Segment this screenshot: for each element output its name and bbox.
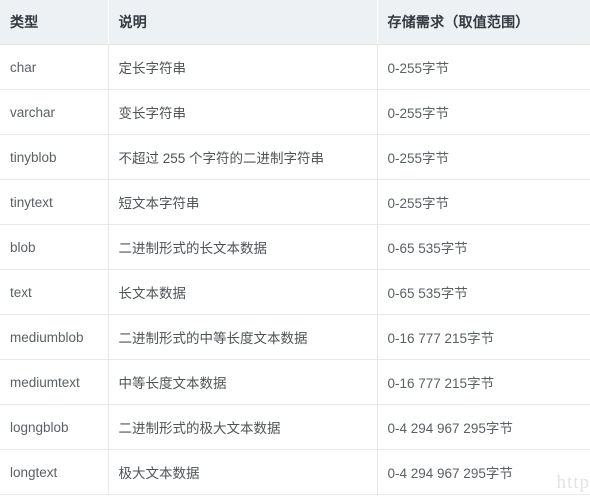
table-row: blob 二进制形式的长文本数据 0-65 535字节: [0, 224, 590, 270]
table-row: char 定长字符串 0-255字节: [0, 44, 590, 90]
cell-desc: 短文本字符串: [108, 179, 378, 225]
cell-desc: 不超过 255 个字符的二进制字符串: [108, 134, 378, 180]
cell-storage: 0-4 294 967 295字节: [377, 404, 590, 450]
table-container: 类型 说明 存储需求（取值范围） char 定长字符串 0-255字节 varc…: [0, 0, 590, 500]
cell-type: longtext: [0, 449, 109, 495]
column-header-type: 类型: [0, 0, 109, 45]
cell-storage: 0-65 535字节: [377, 224, 590, 270]
cell-storage: 0-255字节: [377, 134, 590, 180]
cell-desc: 变长字符串: [108, 89, 378, 135]
cell-type: logngblob: [0, 404, 109, 450]
cell-type: tinytext: [0, 179, 109, 225]
cell-storage: 0-255字节: [377, 179, 590, 225]
cell-type: blob: [0, 224, 109, 270]
cell-desc: 二进制形式的中等长度文本数据: [108, 314, 378, 360]
cell-type: mediumtext: [0, 359, 109, 405]
cell-type: char: [0, 44, 109, 90]
table-row: longtext 极大文本数据 0-4 294 967 295字节: [0, 449, 590, 495]
cell-type: text: [0, 269, 109, 315]
table-header: 类型 说明 存储需求（取值范围）: [0, 0, 590, 45]
cell-type: varchar: [0, 89, 109, 135]
cell-type: mediumblob: [0, 314, 109, 360]
cell-storage: 0-255字节: [377, 89, 590, 135]
column-header-desc: 说明: [108, 0, 378, 45]
table-row: logngblob 二进制形式的极大文本数据 0-4 294 967 295字节: [0, 404, 590, 450]
cell-desc: 中等长度文本数据: [108, 359, 378, 405]
header-row: 类型 说明 存储需求（取值范围）: [0, 0, 590, 45]
cell-storage: 0-65 535字节: [377, 269, 590, 315]
table-row: tinytext 短文本字符串 0-255字节: [0, 179, 590, 225]
cell-storage: 0-4 294 967 295字节: [377, 449, 590, 495]
table-row: text 长文本数据 0-65 535字节: [0, 269, 590, 315]
cell-desc: 二进制形式的极大文本数据: [108, 404, 378, 450]
cell-desc: 定长字符串: [108, 44, 378, 90]
cell-storage: 0-16 777 215字节: [377, 314, 590, 360]
table-body: char 定长字符串 0-255字节 varchar 变长字符串 0-255字节…: [0, 44, 590, 495]
cell-type: tinyblob: [0, 134, 109, 180]
cell-storage: 0-255字节: [377, 44, 590, 90]
table-row: tinyblob 不超过 255 个字符的二进制字符串 0-255字节: [0, 134, 590, 180]
table-row: mediumblob 二进制形式的中等长度文本数据 0-16 777 215字节: [0, 314, 590, 360]
cell-desc: 长文本数据: [108, 269, 378, 315]
cell-storage: 0-16 777 215字节: [377, 359, 590, 405]
cell-desc: 二进制形式的长文本数据: [108, 224, 378, 270]
table-row: varchar 变长字符串 0-255字节: [0, 89, 590, 135]
column-header-storage: 存储需求（取值范围）: [377, 0, 590, 45]
cell-desc: 极大文本数据: [108, 449, 378, 495]
table-row: mediumtext 中等长度文本数据 0-16 777 215字节: [0, 359, 590, 405]
string-types-table: 类型 说明 存储需求（取值范围） char 定长字符串 0-255字节 varc…: [0, 0, 590, 495]
